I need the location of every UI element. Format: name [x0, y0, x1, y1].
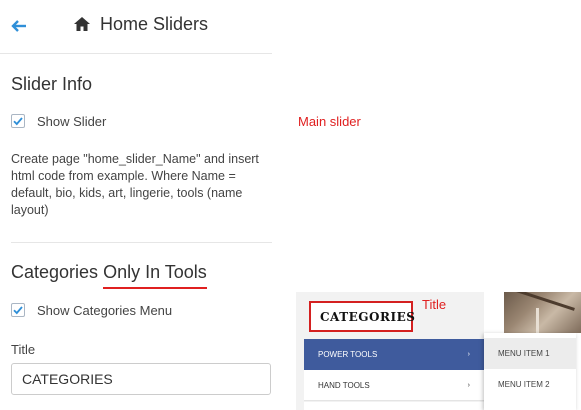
page-title: Home Sliders	[100, 14, 209, 34]
show-slider-checkbox[interactable]: Show Slider	[11, 112, 106, 130]
checkbox-checked-icon[interactable]	[11, 114, 25, 128]
show-categories-menu-checkbox[interactable]: Show Categories Menu	[11, 301, 172, 319]
section-divider	[11, 242, 272, 243]
categories-heading-highlight: Only In Tools	[103, 262, 207, 289]
categories-heading-prefix: Categories	[11, 262, 104, 282]
preview-submenu: MENU ITEM 1 MENU ITEM 2	[484, 333, 576, 410]
preview-photo-detail	[536, 308, 539, 333]
preview-menu-item	[304, 402, 484, 410]
main-slider-annotation: Main slider	[298, 114, 361, 129]
show-categories-menu-label: Show Categories Menu	[37, 302, 173, 318]
slider-description: Create page "home_slider_Name" and inser…	[11, 152, 259, 217]
home-icon	[73, 15, 91, 33]
preview-categories-box: CATEGORIES	[309, 301, 416, 332]
title-field-label: Title	[11, 342, 36, 357]
title-input[interactable]	[11, 363, 271, 395]
page-header: Home Sliders	[0, 0, 272, 54]
categories-preview-image: CATEGORIES Title POWER TOOLS › HAND TOOL…	[296, 292, 581, 410]
preview-submenu-item: MENU ITEM 2	[498, 380, 550, 389]
preview-menu-item: HAND TOOLS ›	[304, 370, 484, 401]
show-slider-label: Show Slider	[37, 113, 107, 129]
preview-menu-item-label: POWER TOOLS	[318, 350, 378, 359]
categories-heading: Categories Only In Tools	[11, 262, 207, 289]
chevron-right-icon: ›	[467, 351, 470, 358]
title-annotation: Title	[422, 297, 447, 312]
preview-categories-title: CATEGORIES	[320, 310, 416, 324]
preview-submenu-item: MENU ITEM 1	[484, 338, 576, 369]
arrow-left-icon[interactable]	[9, 16, 29, 36]
preview-menu-item-label: HAND TOOLS	[318, 380, 370, 390]
preview-menu-item: POWER TOOLS ›	[304, 339, 484, 370]
chevron-right-icon: ›	[467, 381, 470, 389]
checkbox-checked-icon[interactable]	[11, 303, 25, 317]
slider-info-heading: Slider Info	[11, 74, 93, 94]
